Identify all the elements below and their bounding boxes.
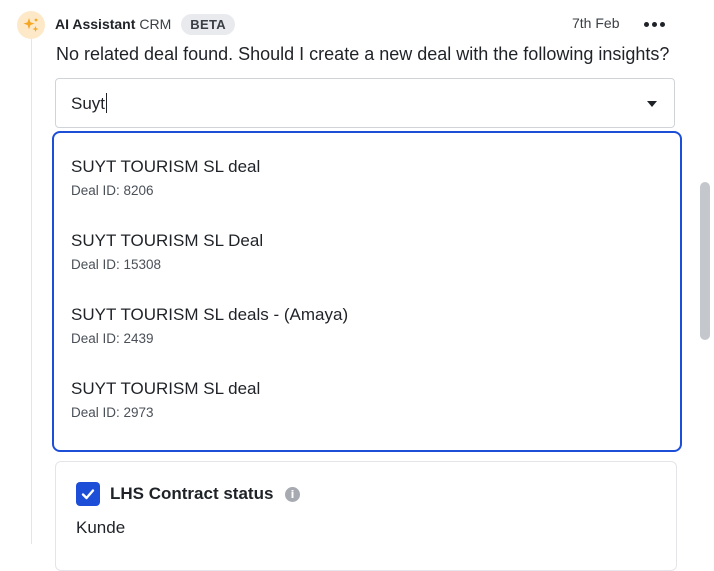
deal-option[interactable]: SUYT TOURISM SL deals - (Amaya) Deal ID:… <box>71 305 661 347</box>
field-value: Kunde <box>76 518 126 537</box>
caret-down-icon[interactable] <box>647 101 657 107</box>
deal-option[interactable]: SUYT TOURISM SL deal Deal ID: 8206 <box>71 157 661 199</box>
sender-name: AI Assistant <box>55 16 136 32</box>
scrollbar-thumb[interactable] <box>700 182 710 340</box>
insight-checkbox[interactable] <box>76 482 100 506</box>
deal-option-title: SUYT TOURISM SL deal <box>71 379 261 398</box>
text-caret <box>106 93 108 113</box>
beta-badge: BETA <box>181 13 235 35</box>
deal-option-id: Deal ID: 15308 <box>71 257 162 272</box>
checkmark-icon <box>81 489 95 500</box>
deal-options-dropdown: SUYT TOURISM SL deal Deal ID: 8206 SUYT … <box>52 131 682 452</box>
message-date: 7th Feb <box>572 15 620 31</box>
ai-assistant-avatar <box>17 11 45 39</box>
more-horizontal-icon <box>643 21 649 27</box>
deal-option-id: Deal ID: 2439 <box>71 331 154 346</box>
insight-card: LHS Contract status i Kunde <box>55 461 677 571</box>
message-header: AI Assistant CRM BETA <box>55 13 235 35</box>
sender-suffix: CRM <box>139 16 172 32</box>
deal-option-title: SUYT TOURISM SL Deal <box>71 231 264 250</box>
deal-option[interactable]: SUYT TOURISM SL Deal Deal ID: 15308 <box>71 231 661 273</box>
more-options-button[interactable] <box>642 14 666 34</box>
deal-option-title: SUYT TOURISM SL deals - (Amaya) <box>71 305 349 324</box>
info-icon[interactable]: i <box>285 487 300 502</box>
deal-option[interactable]: SUYT TOURISM SL deal Deal ID: 2973 <box>71 379 661 421</box>
thread-rail <box>31 38 32 544</box>
deal-search-select[interactable]: Suyt <box>55 78 675 128</box>
deal-search-input[interactable]: Suyt <box>71 93 108 114</box>
deal-option-title: SUYT TOURISM SL deal <box>71 157 261 176</box>
field-label: LHS Contract status <box>110 484 274 503</box>
assistant-message: No related deal found. Should I create a… <box>56 44 670 64</box>
deal-option-id: Deal ID: 8206 <box>71 183 154 198</box>
deal-option-id: Deal ID: 2973 <box>71 405 154 420</box>
sparkles-icon <box>23 18 39 32</box>
